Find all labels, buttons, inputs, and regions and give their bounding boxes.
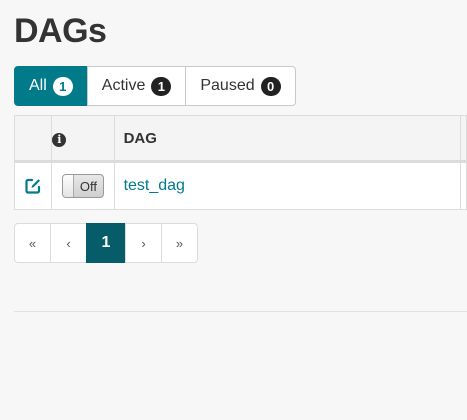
dag-status-filter: All 1 Active 1 Paused 0 [14, 66, 296, 106]
dag-pause-toggle[interactable]: Off [61, 174, 104, 198]
table-row: Off test_dag [13, 161, 467, 210]
extra-cell [460, 161, 467, 210]
last-page-button[interactable]: » [161, 223, 198, 263]
filter-active-count-badge: 1 [151, 76, 172, 96]
filter-active-button[interactable]: Active 1 [86, 66, 187, 106]
pagination: « ‹ 1 › » [14, 223, 198, 263]
first-page-button[interactable]: « [14, 223, 51, 263]
edit-icon[interactable] [24, 177, 42, 195]
dag-id-cell: test_dag [113, 161, 462, 210]
filter-all-label: All [29, 77, 47, 94]
edit-cell [13, 161, 53, 210]
header-extra-column [460, 115, 467, 163]
next-page-button[interactable]: › [125, 223, 162, 263]
filter-paused-count-badge: 0 [260, 76, 281, 96]
filter-all-count-badge: 1 [52, 76, 73, 96]
footer-divider [14, 311, 467, 312]
header-edit-column [13, 115, 53, 163]
filter-all-button[interactable]: All 1 [14, 66, 88, 106]
current-page-button[interactable]: 1 [86, 223, 126, 263]
dag-table: i DAG Off test_dag [13, 115, 467, 210]
page-title: DAGs [14, 12, 107, 50]
table-header-row: i DAG [13, 115, 467, 163]
prev-page-button[interactable]: ‹ [50, 223, 87, 263]
info-icon[interactable]: i [52, 132, 67, 147]
header-dag-column[interactable]: DAG [113, 115, 462, 163]
filter-paused-button[interactable]: Paused 0 [185, 66, 296, 106]
dag-link[interactable]: test_dag [124, 177, 185, 194]
filter-active-label: Active [101, 77, 146, 94]
header-toggle-column: i [51, 115, 115, 163]
filter-paused-label: Paused [200, 77, 255, 94]
toggle-cell: Off [51, 161, 115, 210]
toggle-state-label: Off [79, 178, 97, 194]
toggle-knob [62, 175, 74, 197]
